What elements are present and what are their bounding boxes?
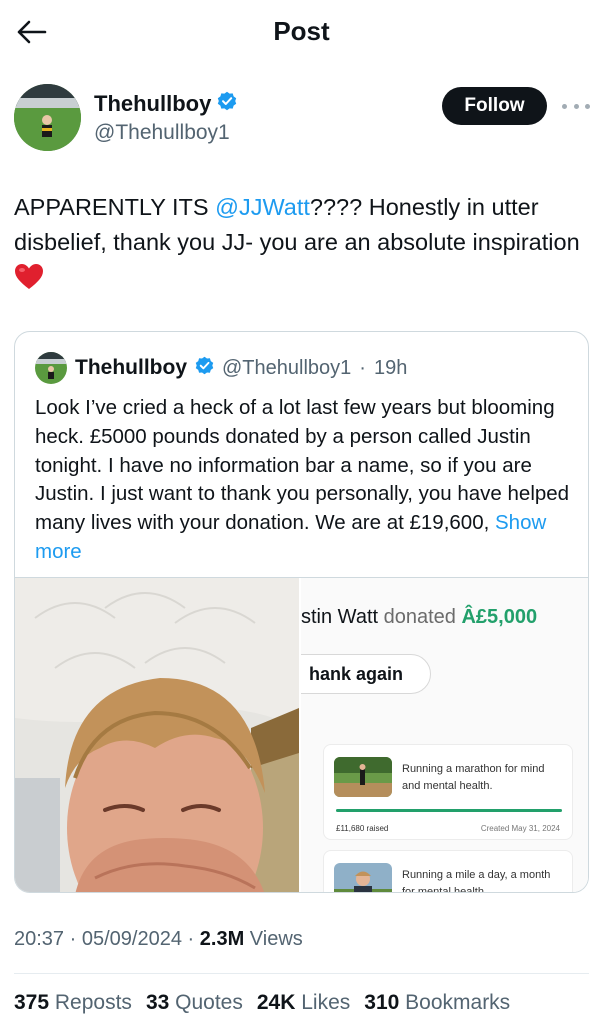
verified-badge-icon: [195, 356, 214, 380]
donation-screenshot[interactable]: stin Watt donated Â£5,000 hank again Run…: [301, 578, 588, 893]
fundraiser-card: Running a mile a day, a month for mental…: [323, 850, 573, 893]
bookmarks-count: 310: [364, 991, 400, 1014]
post-timestamp: 20:37 · 05/09/2024 · 2.3M Views: [14, 928, 303, 951]
top-bar: Post: [0, 0, 603, 62]
quotes-label: Quotes: [175, 991, 243, 1014]
dot-separator: ·: [69, 928, 77, 950]
fundraiser-title: Running a mile a day, a month for mental…: [402, 869, 551, 893]
quoted-avatar: [35, 352, 67, 384]
divider: [14, 973, 589, 974]
author-handle[interactable]: @Thehullboy1: [94, 121, 230, 145]
fundraiser-thumbnail: [334, 863, 392, 892]
donated-word: donated: [383, 606, 456, 628]
follow-button[interactable]: Follow: [442, 87, 547, 125]
likes-count: 24K: [256, 991, 296, 1014]
quoted-author-name: Thehullboy: [75, 356, 187, 379]
quoted-media[interactable]: stin Watt donated Â£5,000 hank again Run…: [15, 577, 588, 893]
quoted-text: Look I’ve cried a heck of a lot last few…: [35, 394, 575, 567]
author-name[interactable]: Thehullboy: [94, 91, 211, 117]
fundraiser-raised: £11,680 raised: [336, 824, 389, 833]
post-time[interactable]: 20:37: [14, 928, 64, 950]
donation-amount: Â£5,000: [461, 606, 538, 628]
selfie-photo[interactable]: [15, 578, 299, 892]
fundraiser-thumbnail: [334, 757, 392, 797]
reposts-stat[interactable]: 375 Reposts: [14, 991, 132, 1015]
donation-line: stin Watt donated Â£5,000: [301, 606, 537, 629]
likes-stat[interactable]: 24K Likes: [257, 991, 350, 1015]
views-label: Views: [249, 928, 303, 950]
quoted-post[interactable]: Thehullboy @Thehullboy1 · 19h Look I’ve …: [14, 331, 589, 893]
red-heart-icon: [14, 263, 44, 300]
reposts-count: 375: [14, 991, 50, 1014]
views-count: 2.3M: [199, 928, 245, 950]
author-avatar[interactable]: [14, 84, 81, 151]
fundraiser-created: Created May 31, 2024: [480, 824, 560, 833]
quoted-header: Thehullboy @Thehullboy1 · 19h: [35, 352, 407, 384]
verified-badge-icon: [217, 91, 237, 117]
thank-again-button: hank again: [301, 654, 431, 694]
post-date[interactable]: 05/09/2024: [82, 928, 182, 950]
likes-label: Likes: [301, 991, 351, 1014]
engagement-stats: 375 Reposts 33 Quotes 24K Likes 310 Book…: [14, 991, 510, 1015]
tweet-text-start: APPARENTLY ITS: [14, 194, 216, 220]
dot-separator: ·: [187, 928, 195, 950]
fundraiser-progress-fill: [336, 809, 562, 812]
more-options-icon[interactable]: [562, 96, 590, 116]
dot-separator: ·: [359, 356, 366, 379]
quotes-stat[interactable]: 33 Quotes: [146, 991, 243, 1015]
quoted-handle: @Thehullboy1: [222, 356, 352, 379]
page-title: Post: [273, 16, 330, 46]
quoted-time: 19h: [373, 356, 408, 379]
tweet-text: APPARENTLY ITS @JJWatt???? Honestly in u…: [14, 190, 594, 300]
mention-link[interactable]: @JJWatt: [215, 194, 310, 220]
fundraiser-title: Running a marathon for mind and mental h…: [402, 763, 545, 792]
author-name-row[interactable]: Thehullboy: [94, 91, 237, 117]
bookmarks-label: Bookmarks: [405, 991, 511, 1014]
bookmarks-stat[interactable]: 310 Bookmarks: [364, 991, 510, 1015]
quoted-body: Look I’ve cried a heck of a lot last few…: [35, 396, 570, 535]
fundraiser-card: Running a marathon for mind and mental h…: [323, 744, 573, 840]
reposts-label: Reposts: [54, 991, 132, 1014]
quotes-count: 33: [145, 991, 170, 1014]
fundraiser-progress: [336, 809, 562, 812]
donor-name: stin Watt: [301, 606, 379, 628]
